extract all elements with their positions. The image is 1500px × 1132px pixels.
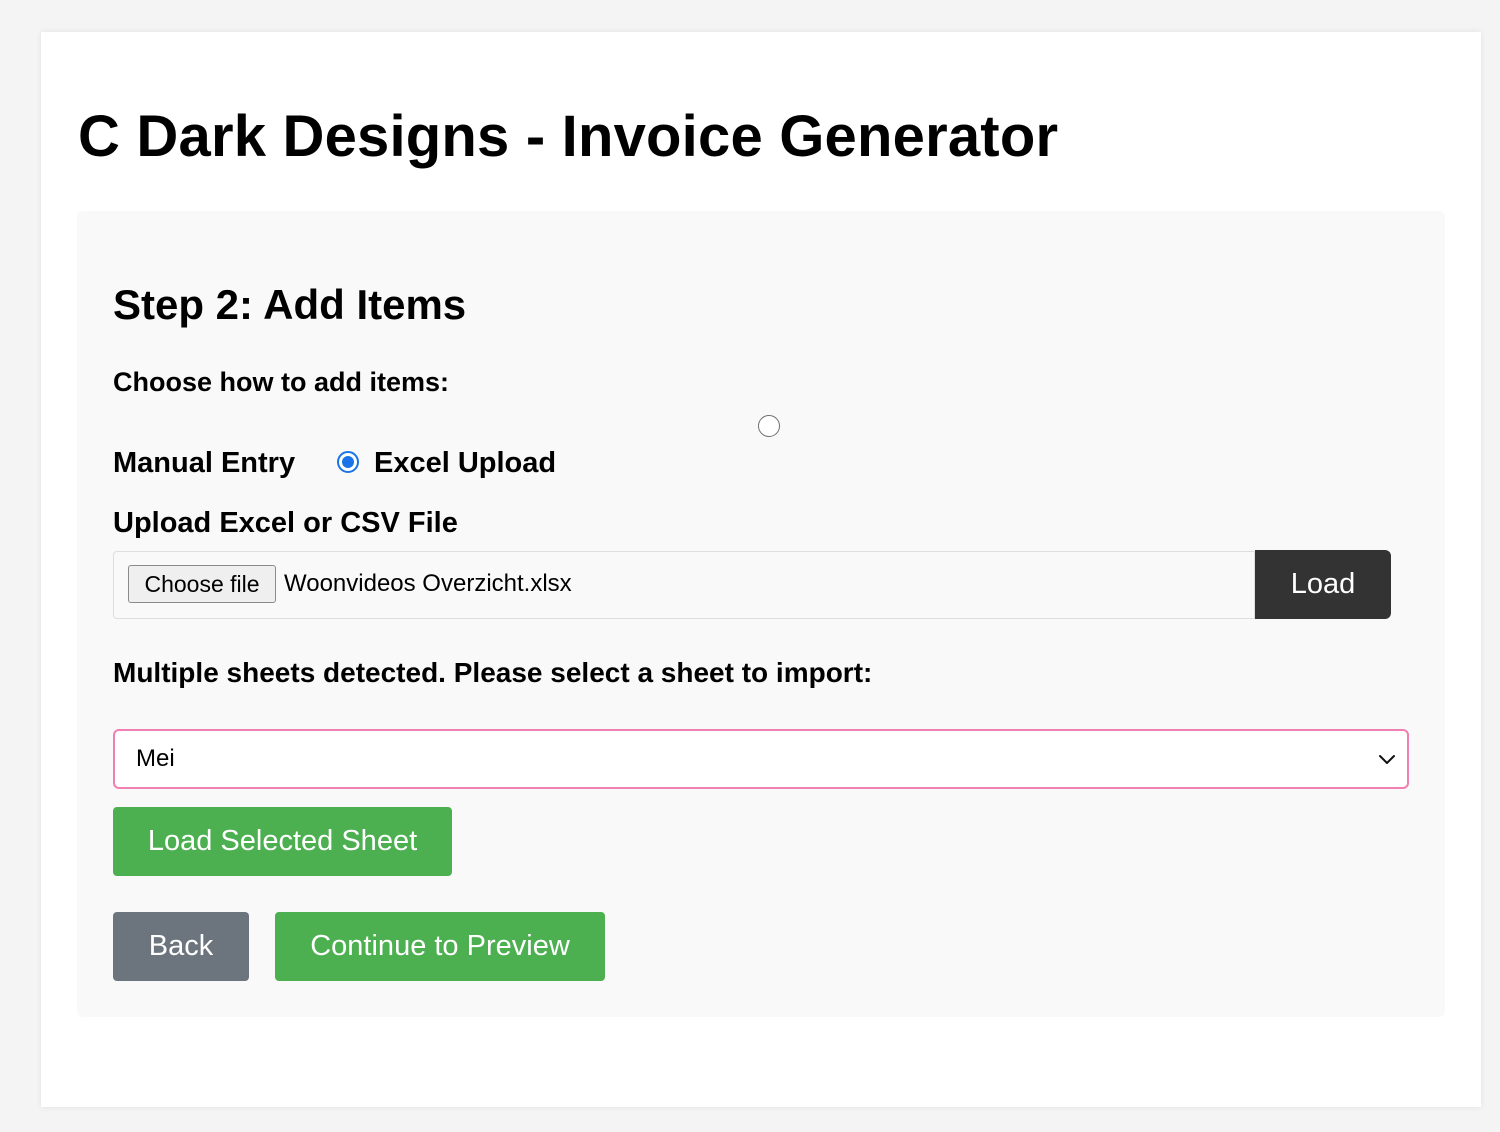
load-file-button[interactable]: Load: [1255, 550, 1391, 619]
excel-upload-radio[interactable]: [337, 451, 359, 473]
sheet-select-value: Mei: [136, 745, 175, 772]
choose-file-button[interactable]: Choose file: [128, 565, 276, 603]
page-title: C Dark Designs - Invoice Generator: [78, 104, 1059, 169]
step-panel: Step 2: Add Items Choose how to add item…: [77, 211, 1445, 1017]
load-selected-sheet-button[interactable]: Load Selected Sheet: [113, 807, 452, 876]
file-input[interactable]: Choose file Woonvideos Overzicht.xlsx: [113, 551, 1255, 619]
choose-method-label: Choose how to add items:: [113, 367, 450, 397]
upload-file-label: Upload Excel or CSV File: [113, 507, 458, 539]
continue-to-preview-button[interactable]: Continue to Preview: [275, 912, 605, 981]
selected-file-name: Woonvideos Overzicht.xlsx: [284, 570, 572, 597]
sheet-select[interactable]: Mei: [113, 729, 1409, 789]
sheet-select-label: Multiple sheets detected. Please select …: [113, 657, 873, 688]
step-title: Step 2: Add Items: [113, 281, 467, 328]
back-button[interactable]: Back: [113, 912, 249, 981]
chevron-down-icon: [1379, 755, 1395, 764]
manual-entry-radio[interactable]: [758, 415, 780, 437]
excel-upload-label[interactable]: Excel Upload: [374, 449, 556, 478]
page-card: C Dark Designs - Invoice Generator Step …: [41, 32, 1481, 1107]
manual-entry-label[interactable]: Manual Entry: [113, 449, 295, 478]
